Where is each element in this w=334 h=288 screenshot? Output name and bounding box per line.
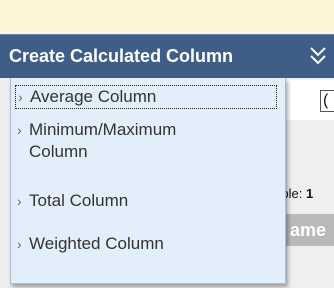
background-input[interactable]: ( bbox=[320, 90, 334, 112]
menu-item-label: Average Column bbox=[30, 87, 157, 106]
menu-item-average-column[interactable]: › Average Column bbox=[15, 85, 277, 109]
header-title: Create Calculated Column bbox=[9, 46, 234, 66]
menu-item-minimum-maximum-column[interactable]: › Minimum/Maximum Column bbox=[15, 119, 235, 163]
menu-item-total-column[interactable]: › Total Column bbox=[15, 190, 277, 212]
chevron-right-icon: › bbox=[17, 193, 22, 209]
menu-item-label: Weighted Column bbox=[29, 234, 164, 253]
chevron-right-icon: › bbox=[17, 236, 22, 252]
column-header-label: ame bbox=[290, 220, 327, 240]
visible-count: 1 bbox=[305, 186, 314, 201]
chevron-right-icon: › bbox=[18, 89, 23, 105]
chevron-right-icon: › bbox=[17, 122, 22, 138]
double-chevron-down-icon[interactable] bbox=[308, 45, 328, 67]
menu-item-weighted-column[interactable]: › Weighted Column bbox=[15, 233, 277, 255]
menu-item-label: Minimum/Maximum Column bbox=[29, 120, 177, 161]
calculated-column-dropdown: › Average Column › Minimum/Maximum Colum… bbox=[10, 78, 286, 284]
create-calculated-column-menu-header[interactable]: Create Calculated Column bbox=[0, 34, 334, 78]
top-banner bbox=[0, 0, 334, 34]
background-input-value: ( bbox=[323, 92, 329, 109]
menu-item-label: Total Column bbox=[29, 191, 129, 210]
